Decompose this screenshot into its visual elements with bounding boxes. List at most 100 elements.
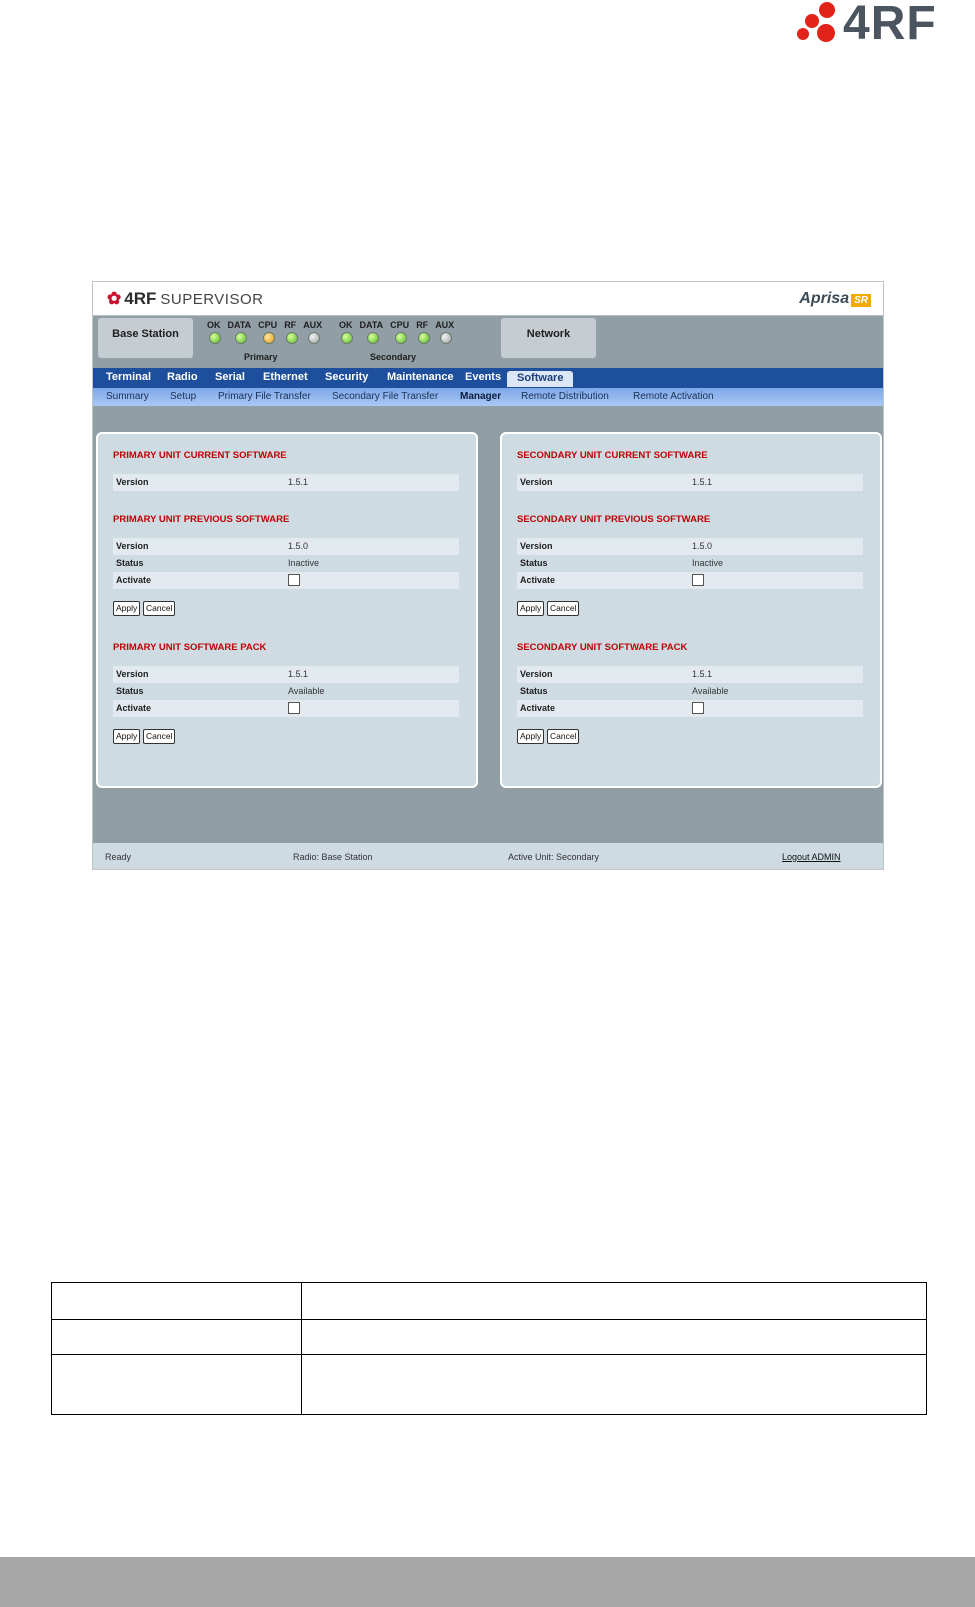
primary-pack-version-row: Version 1.5.1 [113, 666, 459, 683]
status-radio: Radio: Base Station [293, 852, 373, 862]
tab-ethernet[interactable]: Ethernet [263, 371, 308, 383]
primary-aux-led-icon [308, 332, 320, 344]
field-value: 1.5.0 [288, 541, 309, 551]
secondary-previous-activate-row: Activate [517, 572, 863, 589]
tab-security[interactable]: Security [325, 371, 368, 383]
app-header: ✿ 4RF SUPERVISOR Aprisa SR [93, 282, 883, 316]
field-label: Version [116, 477, 149, 487]
secondary-previous-activate-checkbox[interactable] [692, 574, 704, 586]
secondary-pack-activate-row: Activate [517, 700, 863, 717]
led-label: OK [339, 320, 353, 330]
primary-led-row [207, 330, 329, 344]
main-nav: Terminal Radio Serial Ethernet Security … [93, 368, 883, 388]
led-label: DATA [227, 320, 252, 330]
primary-led-labels: OK DATA CPU RF AUX [207, 320, 329, 330]
secondary-pack-status-row: Status Available [517, 683, 863, 700]
primary-previous-status-row: Status Inactive [113, 555, 459, 572]
supervisor-window: ✿ 4RF SUPERVISOR Aprisa SR Base Station OK D… [92, 281, 884, 870]
primary-pack-cancel-button[interactable]: Cancel [143, 729, 176, 744]
status-active-unit: Active Unit: Secondary [508, 852, 600, 862]
subtab-summary[interactable]: Summary [106, 391, 149, 402]
primary-data-led-icon [235, 332, 247, 344]
primary-ok-led-icon [209, 332, 221, 344]
tab-events[interactable]: Events [465, 371, 501, 383]
secondary-rf-led-icon [418, 332, 430, 344]
subtab-primary-file-transfer[interactable]: Primary File Transfer [218, 391, 311, 402]
tab-terminal[interactable]: Terminal [106, 371, 151, 383]
supervisor-brand: ✿ 4RF SUPERVISOR [107, 289, 263, 309]
primary-previous-cancel-button[interactable]: Cancel [143, 601, 176, 616]
subtab-manager[interactable]: Manager [460, 391, 501, 402]
field-value: 1.5.1 [288, 477, 309, 487]
subtab-secondary-file-transfer[interactable]: Secondary File Transfer [332, 391, 438, 402]
primary-pack-activate-checkbox[interactable] [288, 702, 300, 714]
network-box[interactable]: Network [501, 318, 596, 358]
company-logo-text: 4RF [843, 0, 937, 50]
table-row [52, 1283, 926, 1319]
secondary-aux-led-icon [440, 332, 452, 344]
field-value: 1.5.1 [288, 669, 309, 679]
network-label: Network [526, 328, 571, 340]
secondary-led-group: OK DATA CPU RF AUX Secondary [339, 320, 461, 362]
subtab-setup[interactable]: Setup [170, 391, 196, 402]
led-label: OK [207, 320, 221, 330]
field-label: Activate [520, 575, 556, 585]
subtab-remote-activation[interactable]: Remote Activation [633, 391, 714, 402]
base-station-label: Base Station [112, 328, 179, 340]
field-label: Version [116, 669, 149, 679]
product-logo: Aprisa SR [799, 290, 871, 308]
primary-previous-apply-button[interactable]: Apply [113, 601, 141, 616]
led-label: DATA [359, 320, 384, 330]
field-label: Version [520, 541, 553, 551]
brand-name: 4RF [124, 289, 157, 308]
sub-nav: Summary Setup Primary File Transfer Seco… [93, 388, 883, 406]
table-row [52, 1354, 926, 1414]
secondary-previous-version-row: Version 1.5.0 [517, 538, 863, 555]
tab-maintenance[interactable]: Maintenance [387, 371, 454, 383]
secondary-led-row [339, 330, 461, 344]
primary-previous-activate-checkbox[interactable] [288, 574, 300, 586]
tab-serial[interactable]: Serial [215, 371, 245, 383]
primary-cpu-led-icon [263, 332, 275, 344]
field-label: Version [520, 669, 553, 679]
field-label: Version [520, 477, 553, 487]
secondary-pack-cancel-button[interactable]: Cancel [547, 729, 580, 744]
primary-previous-title: PRIMARY UNIT PREVIOUS SOFTWARE [113, 514, 290, 525]
product-logo-badge: SR [851, 294, 871, 307]
tab-radio[interactable]: Radio [167, 371, 198, 383]
field-label: Activate [520, 703, 556, 713]
subtab-remote-distribution[interactable]: Remote Distribution [521, 391, 609, 402]
secondary-previous-cancel-button[interactable]: Cancel [547, 601, 580, 616]
led-label: RF [284, 320, 297, 330]
secondary-previous-apply-button[interactable]: Apply [517, 601, 545, 616]
field-value: Available [692, 686, 729, 696]
field-value: 1.5.1 [692, 669, 713, 679]
field-label: Version [116, 541, 149, 551]
status-bar: Ready Radio: Base Station Active Unit: S… [93, 843, 883, 869]
primary-current-version-row: Version 1.5.1 [113, 474, 459, 491]
field-value: Inactive [288, 558, 320, 568]
page-footer-bar [0, 1557, 975, 1607]
secondary-pack-version-row: Version 1.5.1 [517, 666, 863, 683]
primary-software-panel: PRIMARY UNIT CURRENT SOFTWARE Version 1.… [96, 432, 478, 788]
led-label: CPU [390, 320, 410, 330]
field-label: Status [116, 558, 144, 568]
secondary-data-led-icon [367, 332, 379, 344]
secondary-group-title: Secondary [370, 352, 417, 362]
field-label: Activate [116, 575, 152, 585]
secondary-current-version-row: Version 1.5.1 [517, 474, 863, 491]
field-label: Activate [116, 703, 152, 713]
secondary-software-panel: SECONDARY UNIT CURRENT SOFTWARE Version … [500, 432, 882, 788]
secondary-pack-activate-checkbox[interactable] [692, 702, 704, 714]
secondary-pack-apply-button[interactable]: Apply [517, 729, 545, 744]
table-row [52, 1319, 926, 1355]
primary-pack-title: PRIMARY UNIT SOFTWARE PACK [113, 642, 267, 653]
primary-current-title: PRIMARY UNIT CURRENT SOFTWARE [113, 450, 287, 461]
secondary-current-title: SECONDARY UNIT CURRENT SOFTWARE [517, 450, 708, 461]
primary-previous-version-row: Version 1.5.0 [113, 538, 459, 555]
primary-pack-apply-button[interactable]: Apply [113, 729, 141, 744]
company-logo: 4RF [793, 0, 975, 50]
logout-link[interactable]: Logout ADMIN [782, 852, 841, 862]
tab-software[interactable]: Software [507, 371, 574, 387]
primary-pack-status-row: Status Available [113, 683, 459, 700]
